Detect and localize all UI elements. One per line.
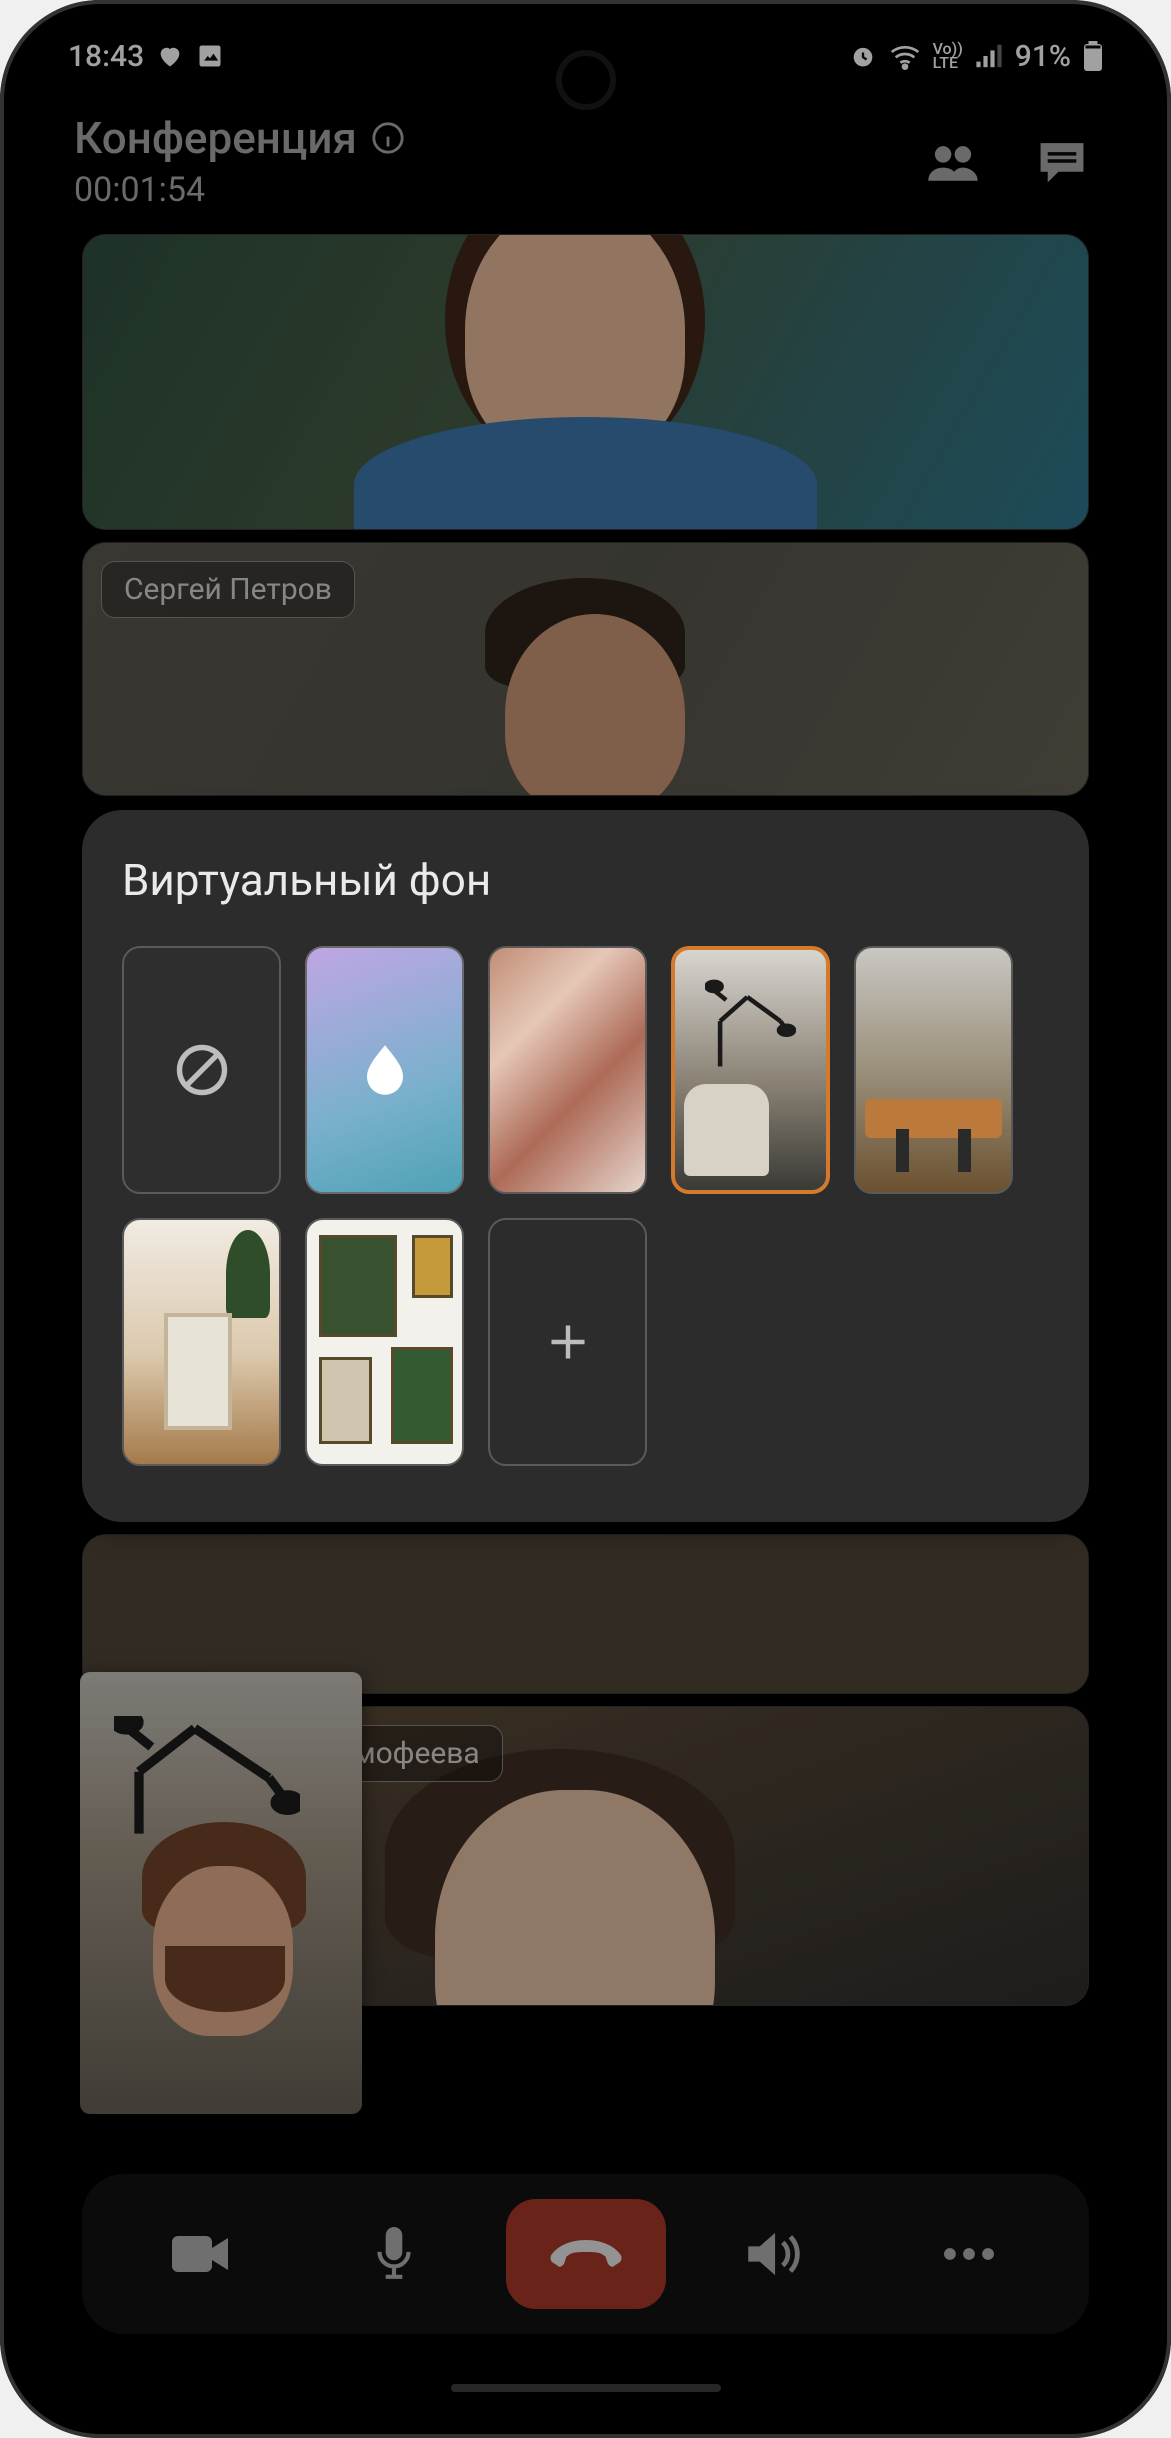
battery-pct: 91% [1015,39,1071,74]
video-grid: Сергей Петров [24,234,1147,796]
bg-option-office1[interactable] [671,946,830,1194]
bg-option-room1[interactable] [122,1218,281,1466]
screen: 18:43 Vo)) LTE 91% [24,24,1147,2414]
speaker-button[interactable] [697,2199,857,2309]
bg-option-gallery[interactable] [305,1218,464,1466]
bg-option-blur[interactable] [305,946,464,1194]
signal-icon [975,42,1003,70]
status-left: 18:43 [68,39,224,74]
wifi-icon [889,42,921,70]
self-preview-pip[interactable] [80,1672,362,2114]
call-timer: 00:01:54 [74,170,405,210]
bg-option-office2[interactable] [854,946,1013,1194]
participants-button[interactable] [925,139,981,183]
status-time: 18:43 [68,39,144,74]
page-title: Конференция [74,112,357,164]
info-icon[interactable] [371,121,405,155]
mic-toggle-button[interactable] [314,2199,474,2309]
sheet-title: Виртуальный фон [122,854,1049,906]
device-frame: 18:43 Vo)) LTE 91% [0,0,1171,2438]
picture-icon [196,42,224,70]
camera-toggle-button[interactable] [122,2199,282,2309]
background-grid [122,946,1049,1466]
battery-icon [1083,41,1103,71]
participant-name-badge: Сергей Петров [101,561,355,618]
heart-icon [156,42,184,70]
video-tile-2[interactable]: Сергей Петров [82,542,1089,796]
camera-cutout [556,50,616,110]
alarm-icon [849,42,877,70]
virtual-background-sheet: Виртуальный фон [82,810,1089,1522]
more-button[interactable] [889,2199,1049,2309]
bg-option-none[interactable] [122,946,281,1194]
video-tile-1[interactable] [82,234,1089,530]
bg-option-marble[interactable] [488,946,647,1194]
chat-button[interactable] [1037,139,1087,183]
status-right: Vo)) LTE 91% [849,39,1103,74]
volte-icon: Vo)) LTE [933,42,963,70]
bg-option-add[interactable] [488,1218,647,1466]
call-controls [82,2174,1089,2334]
video-tile-3[interactable] [82,1534,1089,1694]
hangup-button[interactable] [506,2199,666,2309]
home-indicator [451,2384,721,2392]
